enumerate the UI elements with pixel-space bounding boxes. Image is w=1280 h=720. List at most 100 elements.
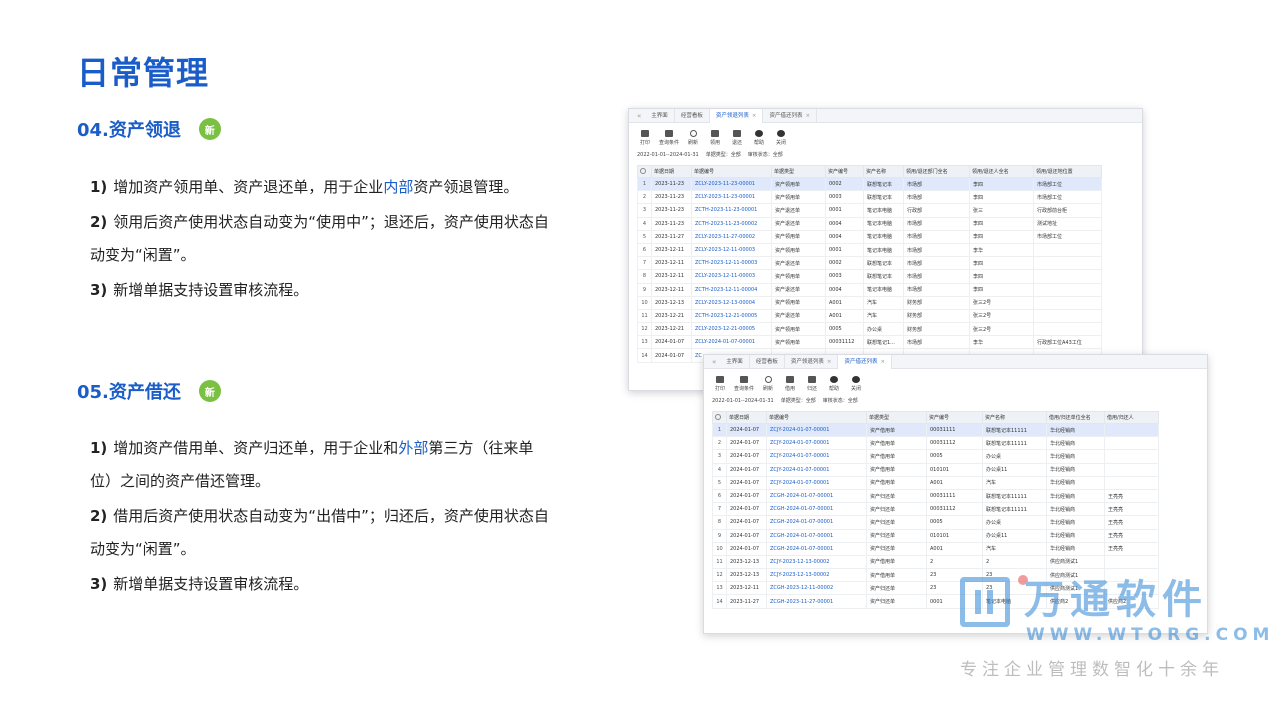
gear-icon[interactable] — [640, 167, 646, 174]
tab-0[interactable]: 主界面 — [645, 109, 675, 123]
table-cell: 00031112 — [926, 436, 983, 451]
tab-2[interactable]: 资产领退列表 × — [709, 109, 764, 123]
document-number-link[interactable]: ZCLY-2023-11-27-00002 — [691, 229, 772, 244]
toolbar-button-2[interactable]: 刷新 — [760, 376, 776, 392]
tab-close-icon[interactable]: × — [805, 113, 810, 119]
tab-3[interactable]: 资产借还列表 × — [763, 109, 818, 123]
gear-icon[interactable] — [715, 413, 721, 420]
tab-1[interactable]: 经营看板 — [675, 109, 710, 123]
toolbar-button-5[interactable]: 帮助 — [751, 130, 767, 146]
table-row[interactable]: 5 2024-01-07 ZCJY-2024-01-07-00001 资产借用单 A00… — [712, 475, 1159, 490]
table-row[interactable]: 7 2024-01-07 ZCGH-2024-01-07-00001 资产归还单 000… — [712, 502, 1159, 517]
table-row[interactable]: 2 2023-11-23 ZCLY-2023-11-23-00001 资产领用单 000… — [637, 190, 1102, 205]
table-cell: 华北经销商 — [1046, 502, 1105, 517]
table-cell: 资产退还单 — [771, 256, 826, 271]
document-number-link[interactable]: ZCLY-2023-11-23-00001 — [691, 190, 772, 205]
table-row[interactable]: 8 2023-12-11 ZCLY-2023-12-11-00003 资产领用单 000… — [637, 269, 1102, 284]
toolbar: 打印 查询条件 刷新 领用 退还 帮助 关闭 — [629, 123, 1142, 149]
document-number-link[interactable]: ZCGH-2024-01-07-00001 — [766, 488, 867, 504]
document-number-link[interactable]: ZCJY-2024-01-07-00001 — [766, 436, 867, 451]
settings-header[interactable] — [712, 411, 727, 424]
tab-close-icon[interactable]: × — [752, 113, 757, 119]
table-cell: 11 — [637, 308, 652, 324]
column-header: 资产名称 — [863, 165, 904, 178]
toolbar-button-1[interactable]: 查询条件 — [734, 376, 754, 392]
document-number-link[interactable]: ZCLY-2023-12-11-00003 — [691, 242, 772, 258]
table-row[interactable]: 10 2024-01-07 ZCGH-2024-01-07-00001 资产归还单 A0… — [712, 541, 1159, 556]
table-cell: 李四 — [969, 282, 1034, 297]
document-number-link[interactable]: ZCLY-2023-12-11-00003 — [691, 269, 772, 284]
document-number-link[interactable]: ZCLY-2023-12-13-00004 — [691, 295, 772, 310]
settings-header[interactable] — [637, 165, 652, 178]
toolbar-button-6[interactable]: 关闭 — [848, 376, 864, 392]
document-number-link[interactable]: ZCJY-2024-01-07-00001 — [766, 462, 867, 477]
toolbar-button-2[interactable]: 刷新 — [685, 130, 701, 146]
requisition-table: 单据日期 单据编号 单据类型 资产编号 资产名称 领用/退还部门全名 领用/退还人全名 领用/… — [637, 165, 1102, 363]
table-row[interactable]: 5 2023-11-27 ZCLY-2023-11-27-00002 资产领用单 000… — [637, 229, 1102, 244]
table-cell: 资产退还单 — [771, 203, 826, 218]
tab-1[interactable]: 经营看板 — [750, 355, 785, 369]
table-cell: 资产领用单 — [771, 176, 826, 192]
table-row[interactable]: 3 2024-01-07 ZCJY-2024-01-07-00001 资产借用单 000… — [712, 449, 1159, 464]
table-cell: 0003 — [825, 190, 864, 205]
tab-close-icon[interactable]: × — [880, 359, 885, 365]
table-row[interactable]: 4 2023-11-23 ZCTH-2023-11-23-00002 资产退还单 000… — [637, 216, 1102, 231]
document-number-link[interactable]: ZCTH-2023-12-11-00003 — [691, 256, 772, 271]
document-number-link[interactable]: ZCTH-2023-11-23-00001 — [691, 203, 772, 218]
table-cell: 资产归还单 — [866, 515, 927, 530]
document-number-link[interactable]: ZCJY-2023-12-13-00002 — [766, 554, 867, 570]
table-row[interactable]: 6 2024-01-07 ZCGH-2024-01-07-00001 资产归还单 000… — [712, 488, 1159, 504]
tab-close-icon[interactable]: × — [827, 359, 832, 365]
toolbar-button-3[interactable]: 领用 — [707, 130, 723, 146]
table-row[interactable]: 7 2023-12-11 ZCTH-2023-12-11-00003 资产退还单 000… — [637, 256, 1102, 271]
document-number-link[interactable]: ZCGH-2024-01-07-00001 — [766, 515, 867, 530]
tab-2[interactable]: 资产领退列表 × — [785, 355, 839, 369]
document-number-link[interactable]: ZCJY-2023-12-13-00002 — [766, 568, 867, 583]
table-cell: 王亮亮 — [1104, 502, 1159, 517]
toolbar-button-0[interactable]: 打印 — [712, 376, 728, 392]
table-row[interactable]: 3 2023-11-23 ZCTH-2023-11-23-00001 资产退还单 000… — [637, 203, 1102, 218]
table-row[interactable]: 9 2023-12-11 ZCTH-2023-12-11-00004 资产退还单 000… — [637, 282, 1102, 297]
table-row[interactable]: 1 2023-11-23 ZCLY-2023-11-23-00001 资产领用单 000… — [637, 176, 1102, 192]
document-number-link[interactable]: ZCLY-2023-11-23-00001 — [691, 176, 772, 192]
table-row[interactable]: 8 2024-01-07 ZCGH-2024-01-07-00001 资产归还单 000… — [712, 515, 1159, 530]
toolbar-button-3[interactable]: 借用 — [782, 376, 798, 392]
document-number-link[interactable]: ZCJY-2024-01-07-00001 — [766, 475, 867, 490]
toolbar-button-1[interactable]: 查询条件 — [659, 130, 679, 146]
tab-0[interactable]: 主界面 — [720, 355, 750, 369]
table-row[interactable]: 10 2023-12-13 ZCLY-2023-12-13-00004 资产领用单 A0… — [637, 295, 1102, 310]
table-row[interactable]: 12 2023-12-21 ZCLY-2023-12-21-00005 资产领用单 00… — [637, 322, 1102, 337]
document-number-link[interactable]: ZCGH-2023-11-27-00001 — [766, 594, 867, 609]
document-number-link[interactable]: ZCJY-2024-01-07-00001 — [766, 449, 867, 464]
toolbar-button-4[interactable]: 退还 — [729, 130, 745, 146]
table-row[interactable]: 13 2024-01-07 ZCLY-2024-01-07-00001 资产领用单 00… — [637, 335, 1102, 350]
toolbar-button-label: 查询条件 — [659, 140, 680, 146]
document-number-link[interactable]: ZCGH-2024-01-07-00001 — [766, 502, 867, 517]
table-row[interactable]: 1 2024-01-07 ZCJY-2024-01-07-00001 资产借用单 000… — [712, 422, 1159, 438]
document-number-link[interactable]: ZCTH-2023-12-21-00005 — [691, 308, 772, 324]
table-row[interactable]: 2 2024-01-07 ZCJY-2024-01-07-00001 资产借用单 000… — [712, 436, 1159, 451]
document-number-link[interactable]: ZCGH-2024-01-07-00001 — [766, 528, 867, 543]
table-row[interactable]: 11 2023-12-21 ZCTH-2023-12-21-00005 资产退还单 A0… — [637, 308, 1102, 324]
toolbar-button-0[interactable]: 打印 — [637, 130, 653, 146]
document-number-link[interactable]: ZCLY-2023-12-21-00005 — [691, 322, 772, 337]
table-row[interactable]: 9 2024-01-07 ZCGH-2024-01-07-00001 资产归还单 010… — [712, 528, 1159, 543]
document-number-link[interactable]: ZCTH-2023-12-11-00004 — [691, 282, 772, 297]
document-number-link[interactable]: ZCGH-2024-01-07-00001 — [766, 541, 867, 556]
toolbar-button-6[interactable]: 关闭 — [773, 130, 789, 146]
table-row[interactable]: 11 2023-12-13 ZCJY-2023-12-13-00002 资产借用单 2 2… — [712, 554, 1159, 570]
tab-3[interactable]: 资产借还列表 × — [838, 355, 893, 369]
table-cell: 2023-11-23 — [651, 190, 692, 205]
document-number-link[interactable]: ZCGH-2023-12-11-00002 — [766, 581, 867, 596]
collapse-icon[interactable]: « — [633, 112, 645, 120]
collapse-icon[interactable]: « — [708, 358, 720, 366]
table-cell: 华北经销商 — [1046, 475, 1105, 490]
requisition-icon — [786, 376, 795, 383]
document-number-link[interactable]: ZCLY-2024-01-07-00001 — [691, 335, 772, 350]
toolbar-button-5[interactable]: 帮助 — [826, 376, 842, 392]
document-number-link[interactable]: ZCJY-2024-01-07-00001 — [766, 422, 867, 438]
document-number-link[interactable]: ZCTH-2023-11-23-00002 — [691, 216, 772, 231]
table-row[interactable]: 4 2024-01-07 ZCJY-2024-01-07-00001 资产借用单 010… — [712, 462, 1159, 477]
toolbar-button-4[interactable]: 归还 — [804, 376, 820, 392]
table-row[interactable]: 6 2023-12-11 ZCLY-2023-12-11-00003 资产领用单 000… — [637, 242, 1102, 258]
